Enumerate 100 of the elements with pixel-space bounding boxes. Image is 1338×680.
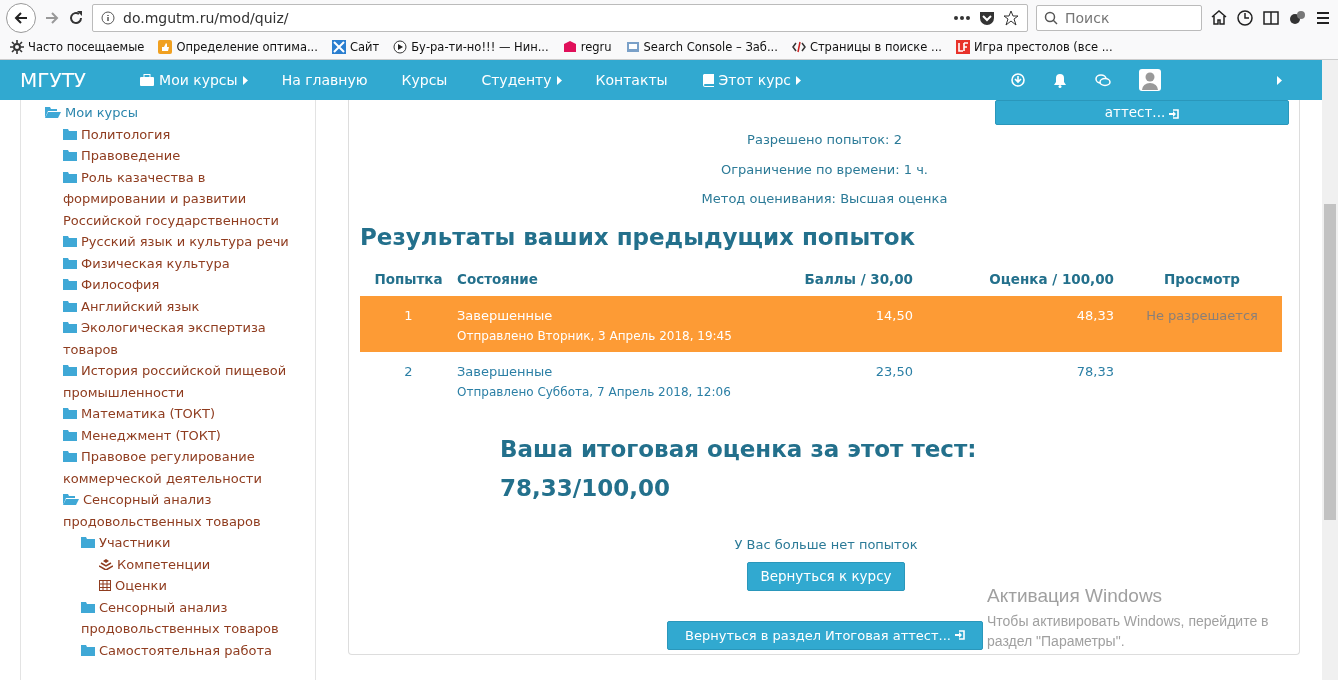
sidebar-icon[interactable] <box>1262 8 1280 27</box>
document-icon <box>625 40 640 54</box>
open-folder-icon <box>63 493 79 505</box>
folder-icon <box>81 643 95 656</box>
tree-link[interactable]: Самостоятельная работа <box>81 639 309 661</box>
thumbs-up-icon <box>158 40 173 54</box>
open-folder-icon <box>45 106 61 118</box>
tree-link[interactable]: Физическая культура <box>63 252 309 274</box>
folder-icon <box>63 235 77 247</box>
tree-link[interactable]: Математика (ТОКТ) <box>63 403 309 425</box>
folder-icon <box>63 299 77 312</box>
status-text: У Вас больше нет попыток <box>733 535 919 553</box>
folder-icon <box>63 127 77 140</box>
table-cell: Не разрешается <box>1146 307 1258 323</box>
table-cell: Завершенные <box>457 307 553 323</box>
tree-link[interactable]: Политология <box>63 123 309 145</box>
search-field[interactable]: Поиск <box>1036 4 1202 31</box>
bookmark-icon <box>562 40 577 54</box>
tree-link[interactable]: Роль казачества в формировании и развитии Российской государственности <box>63 166 309 231</box>
tree-link[interactable]: Мои курсы <box>45 102 309 124</box>
table-cell: 2 <box>404 363 413 379</box>
download-icon[interactable] <box>1011 73 1025 87</box>
tree-link[interactable]: Сенсорный анализ продовольственных товаров <box>63 489 309 532</box>
column-header: Состояние <box>457 269 539 289</box>
more-icon[interactable] <box>953 14 971 21</box>
table-cell-text: Отправлено Вторник, 3 Апрель 2018, 19:45 <box>457 327 733 345</box>
watermark-text: Чтобы активировать Windows, перейдите в раздел "Параметры". <box>987 612 1270 651</box>
extension-icon[interactable] <box>1288 8 1306 27</box>
briefcase-icon <box>140 74 155 86</box>
tree-link[interactable]: Правовое регулирование коммерческой деятельности <box>63 446 309 489</box>
pocket-icon[interactable] <box>979 9 995 26</box>
back-button[interactable] <box>6 2 36 33</box>
logo-icon <box>955 40 970 54</box>
table-cell-text: Отправлено Суббота, 7 Апрель 2018, 12:06 <box>457 383 732 401</box>
grade-value: 78,33/100,00 <box>500 473 671 503</box>
info-text: Разрешено попыток: 2 <box>746 131 903 149</box>
info-text: Метод оценивания: Высшая оценка <box>700 190 949 208</box>
section-heading: Результаты ваших предыдущих попыток <box>360 223 917 250</box>
home-icon[interactable] <box>1210 8 1228 27</box>
scrollbar-thumb[interactable] <box>1324 204 1336 520</box>
star-icon[interactable] <box>1003 9 1019 26</box>
cross-icon <box>331 40 346 54</box>
folder-icon <box>63 170 77 183</box>
table-cell: Завершенные <box>457 363 553 379</box>
address-bar[interactable]: do.mgutm.ru/mod/quiz/ <box>92 3 1028 32</box>
reload-icon[interactable] <box>68 9 84 26</box>
table-cell: 23,50 <box>875 363 913 379</box>
tree-link[interactable]: Компетенции <box>99 553 309 575</box>
table-cell: 14,50 <box>875 307 913 323</box>
stack-icon <box>99 557 113 570</box>
folder-icon <box>63 364 77 376</box>
column-header: Попытка <box>373 269 444 289</box>
tree-link[interactable]: Менеджмент (ТОКТ) <box>63 424 309 446</box>
tree-link[interactable]: Русский язык и культура речи <box>63 231 309 253</box>
tree-link[interactable]: История российской пищевой промышленности <box>63 360 309 403</box>
folder-icon <box>81 536 95 548</box>
folder-icon <box>63 428 77 441</box>
bookmark-link[interactable]: Определение оптима... <box>158 40 318 54</box>
tree-link[interactable]: Сенсорный анализ продовольственных товаров <box>81 596 309 640</box>
chat-icon[interactable] <box>1095 73 1111 87</box>
bell-icon[interactable] <box>1053 72 1067 88</box>
folder-icon <box>63 407 77 419</box>
caret-icon[interactable] <box>1277 75 1282 85</box>
tree-link[interactable]: Экологическая экспертиза товаров <box>63 317 309 360</box>
column-header: Баллы / 30,00 <box>803 269 914 289</box>
bookmark-link[interactable]: Сайт <box>331 40 380 54</box>
table-cell: 78,33 <box>1076 363 1114 379</box>
scrollbar[interactable] <box>1322 60 1338 680</box>
table-icon <box>99 580 111 591</box>
folder-icon <box>63 450 77 462</box>
gear-icon <box>10 40 24 54</box>
watermark-title: Активация Windows <box>987 585 1164 607</box>
tree-link[interactable]: Философия <box>63 274 309 296</box>
table-cell: 1 <box>404 307 413 323</box>
book-icon <box>701 73 714 87</box>
enter-icon <box>1169 108 1180 120</box>
bookmark-link[interactable]: Бу-ра-ти-но!!! — Нин... <box>393 40 549 54</box>
column-header: Оценка / 100,00 <box>988 269 1115 289</box>
tree-link[interactable]: Оценки <box>99 575 309 597</box>
tree-link[interactable]: Английский язык <box>63 295 309 317</box>
forward-icon[interactable] <box>44 9 60 26</box>
bookmark-link[interactable]: regru <box>562 40 612 54</box>
enter-icon <box>954 629 965 641</box>
tree-link[interactable]: Участники <box>81 532 309 554</box>
history-icon[interactable] <box>1236 8 1254 27</box>
bookmark-link[interactable]: Игра престолов (все ... <box>955 40 1113 54</box>
column-header: Просмотр <box>1162 269 1241 289</box>
folder-icon <box>63 278 77 290</box>
code-icon <box>791 40 806 54</box>
bookmark-link[interactable]: Часто посещаемые <box>10 40 145 54</box>
bookmark-link[interactable]: Страницы в поиске ... <box>791 40 942 54</box>
grade-label: Ваша итоговая оценка за этот тест: <box>500 434 978 464</box>
folder-icon <box>63 256 77 269</box>
tree-link[interactable]: Правоведение <box>63 145 309 167</box>
bookmark-link[interactable]: Search Console – Заб... <box>625 40 778 54</box>
folder-icon <box>63 321 77 333</box>
table-cell: 48,33 <box>1076 307 1114 323</box>
avatar-icon[interactable] <box>1139 69 1161 91</box>
folder-icon <box>81 600 95 613</box>
info-icon <box>101 10 115 25</box>
